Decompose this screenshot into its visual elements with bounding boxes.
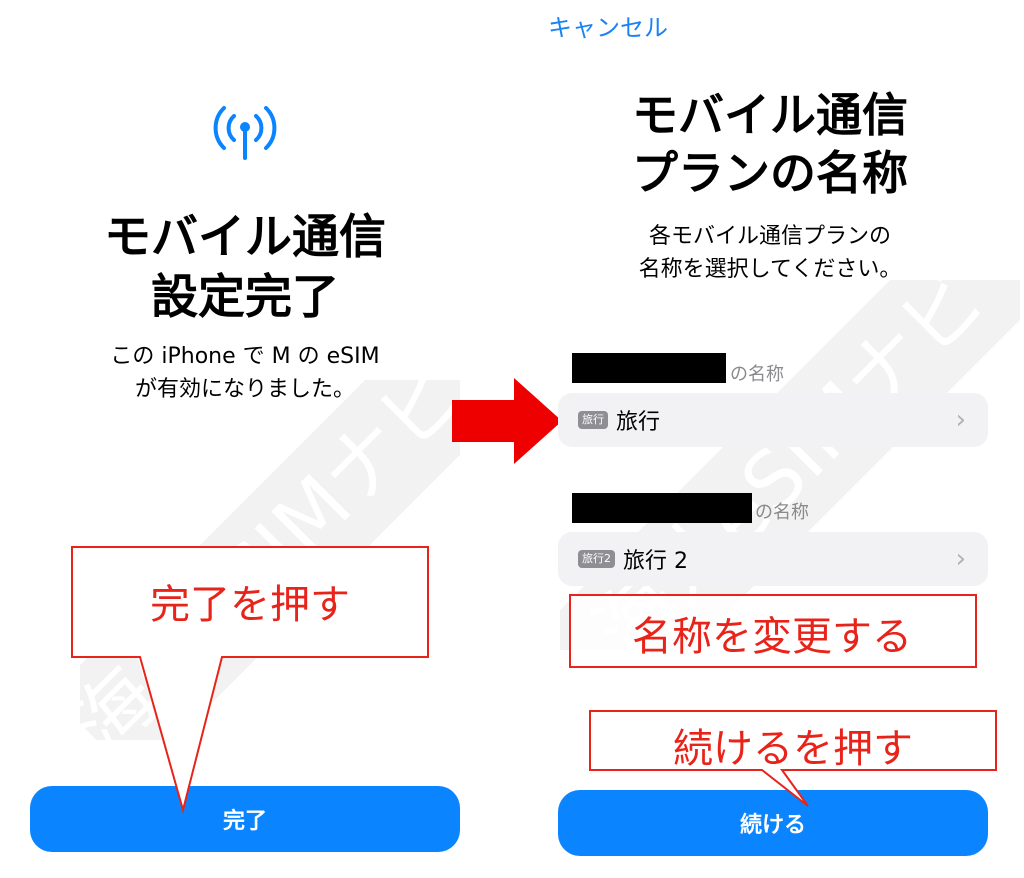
callout-text: 続けるを押す <box>673 726 913 772</box>
